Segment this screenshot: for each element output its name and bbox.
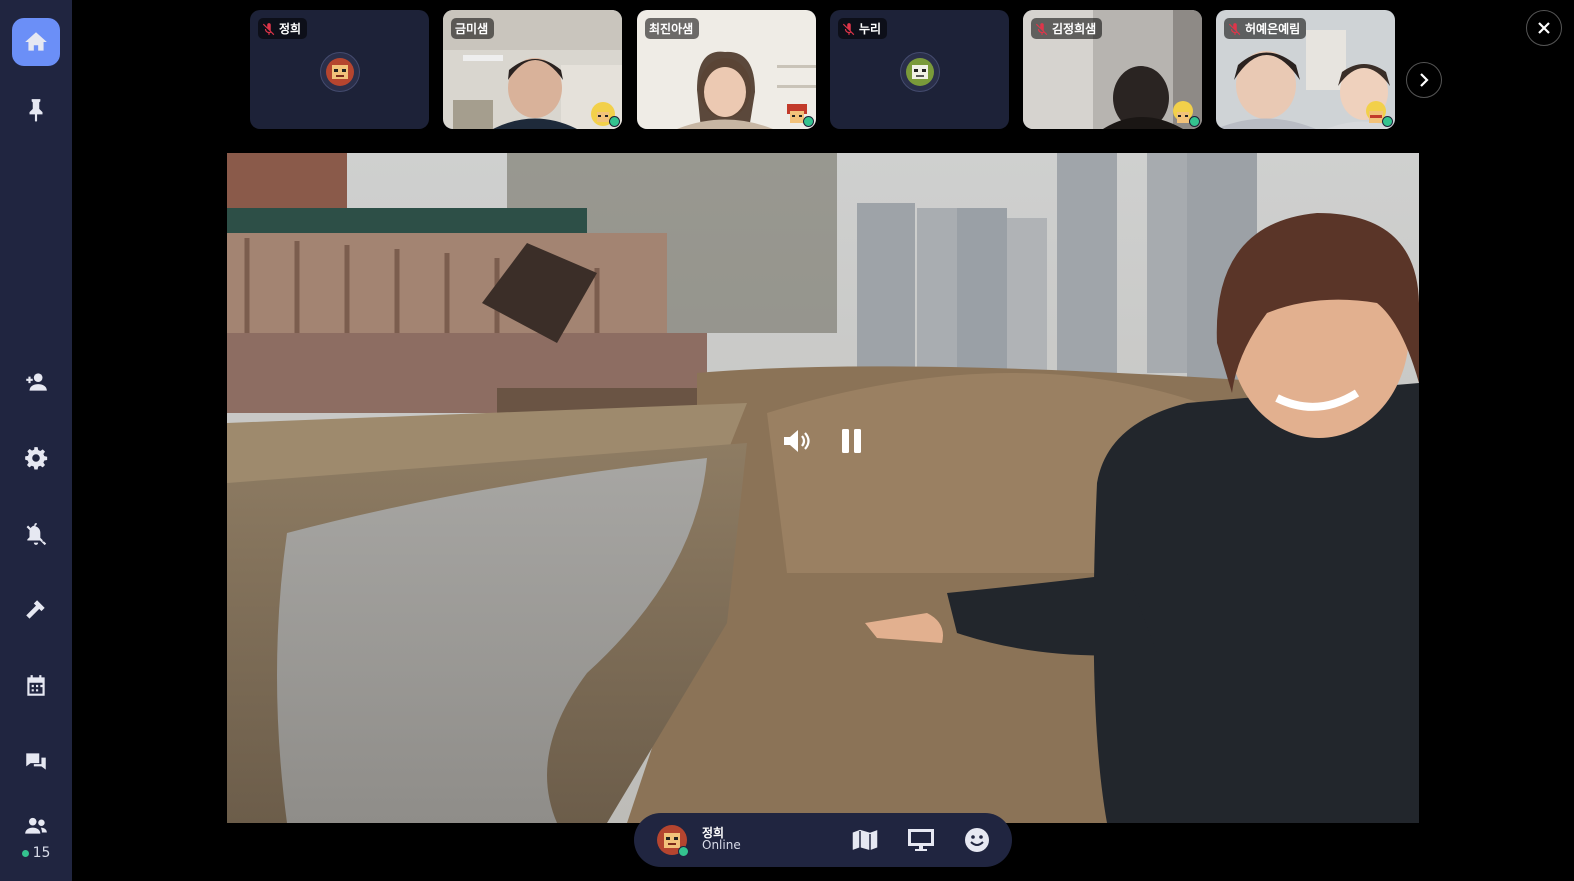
close-icon [1538,22,1550,34]
chat-icon [26,753,46,770]
mic-off-icon [262,22,275,35]
online-indicator [678,846,689,857]
pin-button[interactable] [12,86,60,134]
map-button[interactable] [850,826,880,854]
video-frame [227,153,1419,823]
pause-icon[interactable] [840,428,864,454]
notifications-button[interactable] [12,510,60,558]
map-icon [851,828,879,852]
name-tag: 김정희샘 [1031,18,1103,39]
avatar [900,52,940,92]
participant-tile[interactable]: 최진아샘 [637,10,816,129]
name-tag: 누리 [838,18,888,39]
participant-tile[interactable]: 정희 [250,10,429,129]
online-indicator [1382,116,1393,127]
participant-name: 허예은예림 [1245,22,1301,36]
emoji-icon [965,828,989,852]
online-indicator [609,116,620,127]
participants-button[interactable] [12,802,60,850]
name-tag: 정희 [258,18,308,39]
participant-tile[interactable]: 허예은예림 [1216,10,1395,129]
name-tag: 허예은예림 [1224,18,1307,39]
sidebar: 15 [0,0,72,881]
build-button[interactable] [12,586,60,634]
online-dot [21,849,29,857]
participant-tile[interactable]: 금미샘 [443,10,622,129]
name-tag: 최진아샘 [645,18,700,39]
chevron-right-icon [1420,73,1429,87]
gear-icon [25,447,48,470]
online-indicator [1189,116,1200,127]
bell-off-icon [26,523,47,546]
bottom-bar: 정희 Online [634,813,1012,867]
mic-off-icon [1228,22,1241,35]
participant-tile[interactable]: 누리 [830,10,1009,129]
mic-off-icon [1035,22,1048,35]
main-video[interactable] [227,153,1419,823]
user-plus-icon [26,373,47,391]
invite-button[interactable] [12,358,60,406]
participant-name: 최진아샘 [649,22,694,36]
screen-share-icon [908,829,934,851]
participant-name: 금미샘 [455,22,489,36]
avatar [320,52,360,92]
pin-icon [29,99,43,122]
calendar-icon [27,675,45,696]
chat-button[interactable] [12,738,60,786]
close-button[interactable] [1526,10,1562,46]
video-controls [782,428,864,454]
online-count: 15 [0,845,72,861]
online-indicator [803,116,814,127]
calendar-button[interactable] [12,662,60,710]
volume-icon[interactable] [782,428,814,454]
screen-share-button[interactable] [906,826,936,854]
settings-button[interactable] [12,434,60,482]
next-participants-button[interactable] [1406,62,1442,98]
participant-count-label: 15 [32,845,51,861]
home-icon [25,32,47,51]
mic-off-icon [842,22,855,35]
user-status: Online [702,838,741,852]
users-icon [25,817,47,834]
participant-name: 김정희샘 [1052,22,1097,36]
home-button[interactable] [12,18,60,66]
participant-name: 누리 [859,22,882,36]
name-tag: 금미샘 [451,18,495,39]
hammer-icon [26,600,45,619]
emoji-button[interactable] [962,826,992,854]
participant-name: 정희 [279,22,302,36]
participant-tile[interactable]: 김정희샘 [1023,10,1202,129]
